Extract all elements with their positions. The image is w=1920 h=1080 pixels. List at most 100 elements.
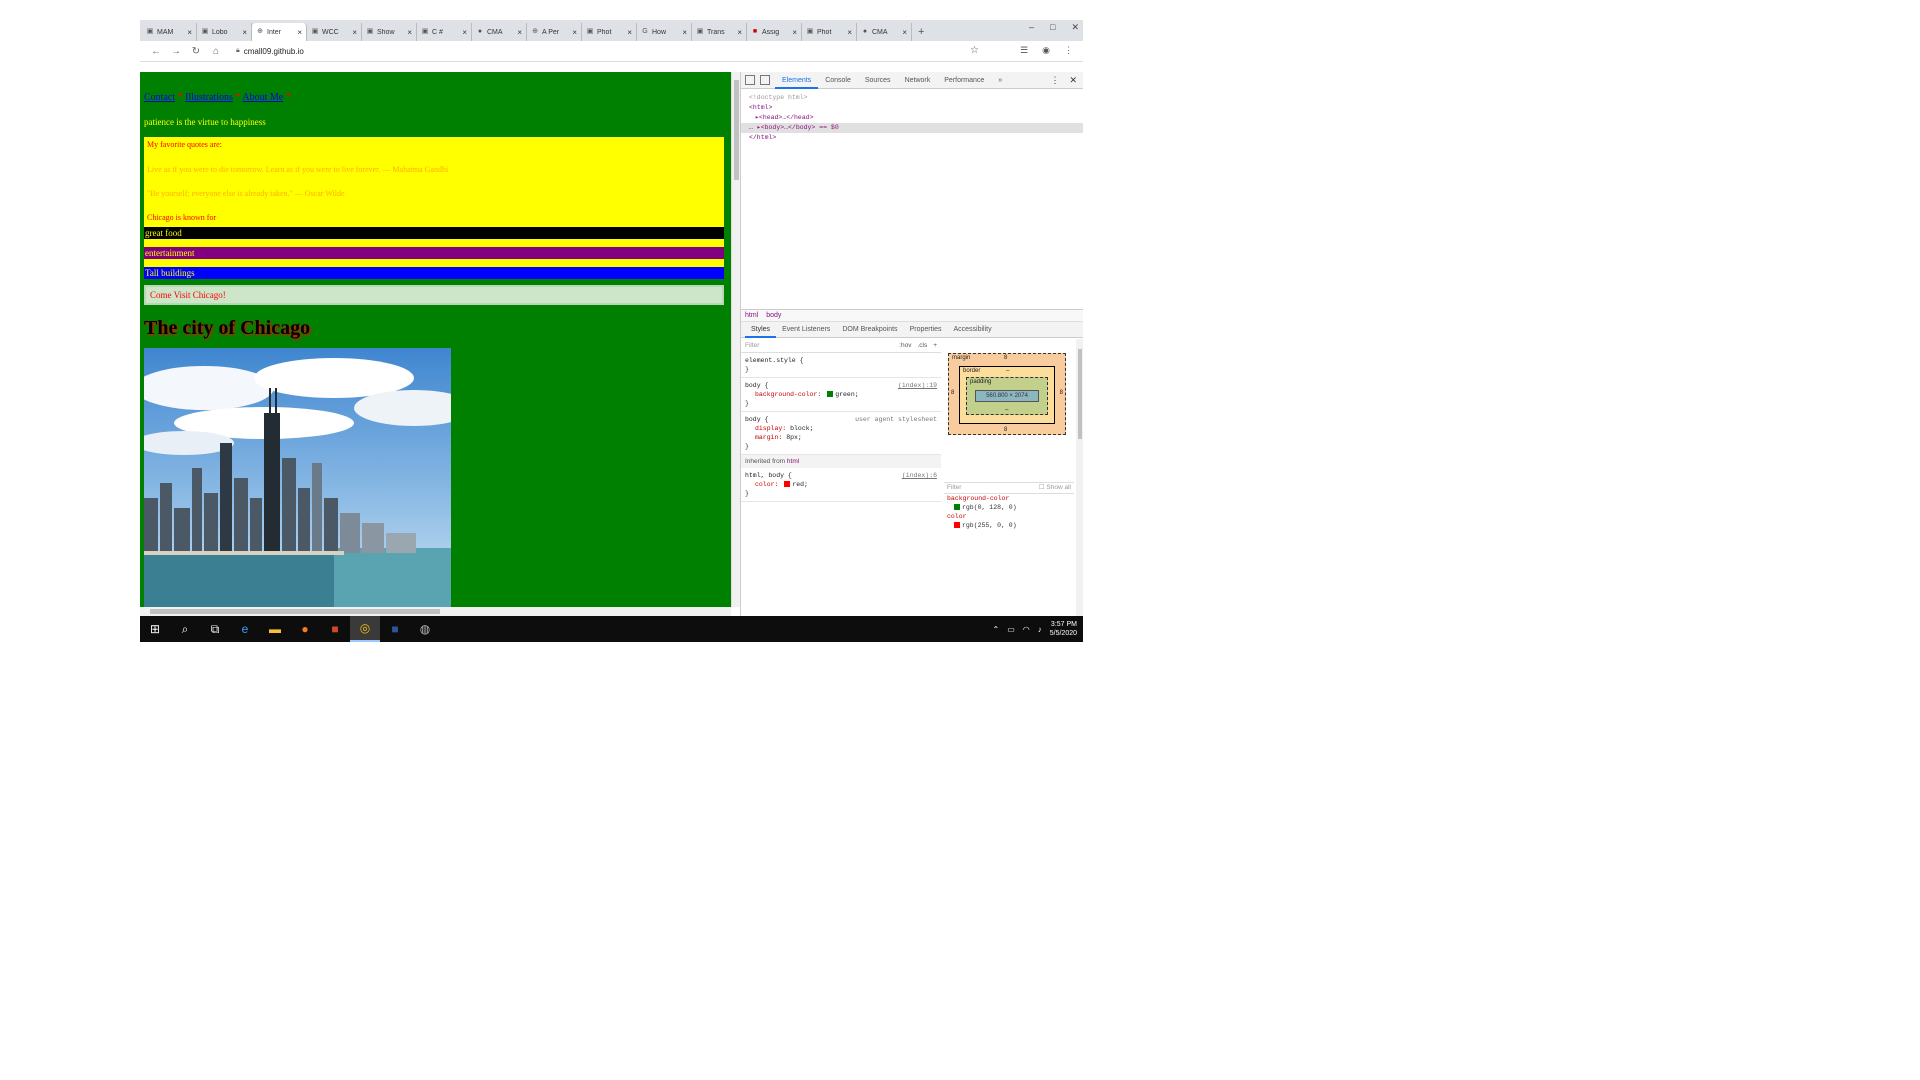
dom-body-selected[interactable]: … ▸<body>…</body> == $0: [741, 123, 1083, 133]
chrome-icon[interactable]: ◎: [350, 616, 380, 642]
menu-dots-icon[interactable]: ⋮: [1050, 75, 1059, 86]
battery-icon[interactable]: ▭: [1007, 625, 1015, 634]
browser-tab[interactable]: ▣ Lobo ×: [197, 23, 252, 41]
tab-dom-breakpoints[interactable]: DOM Breakpoints: [836, 322, 903, 338]
breadcrumb-body[interactable]: body: [766, 310, 781, 321]
reload-icon[interactable]: ↻: [186, 46, 206, 57]
firefox-icon[interactable]: ●: [290, 616, 320, 642]
close-tab-icon[interactable]: ×: [297, 28, 302, 37]
search-icon[interactable]: ⌕: [170, 616, 200, 642]
close-tab-icon[interactable]: ×: [737, 28, 742, 37]
browser-tab[interactable]: ▣ Trans ×: [692, 23, 747, 41]
close-devtools-icon[interactable]: ✕: [1069, 75, 1077, 86]
close-tab-icon[interactable]: ×: [847, 28, 852, 37]
close-tab-icon[interactable]: ×: [682, 28, 687, 37]
scrollbar-thumb[interactable]: [734, 80, 739, 180]
browser-tab[interactable]: ▣ C # ×: [417, 23, 472, 41]
window-controls: – □ ✕: [1029, 22, 1079, 33]
scrollbar-thumb[interactable]: [1078, 349, 1082, 439]
nav-link-illustrations[interactable]: Illustrations: [185, 92, 233, 103]
dom-doctype[interactable]: <!doctype html>: [749, 93, 1075, 103]
maximize-icon[interactable]: □: [1050, 22, 1055, 33]
tab-sources[interactable]: Sources: [858, 72, 898, 89]
home-icon[interactable]: ⌂: [206, 46, 226, 57]
app-icon[interactable]: ◍: [410, 616, 440, 642]
dom-html[interactable]: <html>: [749, 103, 1075, 113]
styles-filter-input[interactable]: Filter: [745, 341, 899, 350]
computed-prop[interactable]: color: [944, 512, 1074, 521]
tab-properties[interactable]: Properties: [904, 322, 948, 338]
browser-tab[interactable]: G How ×: [637, 23, 692, 41]
tab-network[interactable]: Network: [898, 72, 938, 89]
rule-source-link[interactable]: (index):6: [902, 471, 937, 480]
browser-tab[interactable]: ▣ Phot ×: [802, 23, 857, 41]
reading-list-icon[interactable]: ☰: [1020, 45, 1028, 56]
show-all-checkbox[interactable]: ☐ Show all: [1039, 483, 1071, 493]
browser-tab-active[interactable]: ⊕ Inter ×: [252, 23, 307, 41]
dom-head[interactable]: ▸<head>…</head>: [749, 113, 1075, 123]
browser-tab[interactable]: ● CMA ×: [472, 23, 527, 41]
tab-event-listeners[interactable]: Event Listeners: [776, 322, 836, 338]
page-vertical-scrollbar[interactable]: [731, 72, 740, 607]
file-explorer-icon[interactable]: ▬: [260, 616, 290, 642]
breadcrumb-html[interactable]: html: [745, 310, 758, 321]
close-window-icon[interactable]: ✕: [1071, 22, 1079, 33]
browser-tab[interactable]: ▣ Show ×: [362, 23, 417, 41]
new-tab-button[interactable]: +: [912, 23, 930, 41]
rule-source-link[interactable]: (index):19: [898, 381, 937, 390]
inspect-icon[interactable]: [745, 75, 755, 85]
windows-start-icon[interactable]: ⊞: [140, 616, 170, 642]
close-tab-icon[interactable]: ×: [517, 28, 522, 37]
menu-dots-icon[interactable]: ⋮: [1064, 45, 1073, 56]
close-tab-icon[interactable]: ×: [187, 28, 192, 37]
tab-console[interactable]: Console: [818, 72, 858, 89]
color-swatch[interactable]: [827, 391, 834, 398]
browser-tab[interactable]: ▣ MAM ×: [142, 23, 197, 41]
nav-link-about-me[interactable]: About Me: [242, 92, 283, 103]
task-view-icon[interactable]: ⧉: [200, 616, 230, 642]
browser-tab[interactable]: ● CMA ×: [857, 23, 912, 41]
back-icon[interactable]: ←: [146, 46, 166, 57]
scrollbar-thumb[interactable]: [150, 609, 440, 614]
page-horizontal-scrollbar[interactable]: [140, 607, 731, 616]
hov-toggle[interactable]: :hov: [899, 341, 911, 350]
computed-prop[interactable]: background-color: [944, 494, 1074, 503]
browser-tab[interactable]: ▣ WCC ×: [307, 23, 362, 41]
close-tab-icon[interactable]: ×: [352, 28, 357, 37]
tab-styles[interactable]: Styles: [745, 322, 777, 338]
tab-accessibility[interactable]: Accessibility: [947, 322, 997, 338]
avatar[interactable]: ◉: [1042, 45, 1050, 56]
clock[interactable]: 3:57 PM 5/5/2020: [1050, 620, 1077, 638]
close-tab-icon[interactable]: ×: [462, 28, 467, 37]
browser-tab[interactable]: ▣ Phot ×: [582, 23, 637, 41]
nav-link-contact[interactable]: Contact: [144, 92, 175, 103]
add-rule-button[interactable]: +: [933, 341, 937, 350]
close-tab-icon[interactable]: ×: [572, 28, 577, 37]
dom-html-close[interactable]: </html>: [749, 133, 1075, 143]
more-tabs-button[interactable]: »: [991, 72, 1009, 89]
close-tab-icon[interactable]: ×: [627, 28, 632, 37]
bookmark-star-icon[interactable]: ☆: [970, 45, 979, 56]
forward-icon[interactable]: →: [166, 46, 186, 57]
close-tab-icon[interactable]: ×: [792, 28, 797, 37]
browser-tab[interactable]: ■ Assig ×: [747, 23, 802, 41]
edge-icon[interactable]: e: [230, 616, 260, 642]
tab-performance[interactable]: Performance: [937, 72, 991, 89]
volume-icon[interactable]: ♪: [1038, 625, 1042, 634]
url-field[interactable]: 🔒︎ cmall09.github.io: [236, 47, 304, 56]
close-tab-icon[interactable]: ×: [902, 28, 907, 37]
minimize-icon[interactable]: –: [1029, 22, 1034, 33]
computed-filter-input[interactable]: Filter: [947, 483, 961, 493]
close-tab-icon[interactable]: ×: [407, 28, 412, 37]
network-icon[interactable]: ◠: [1023, 625, 1030, 634]
color-swatch[interactable]: [784, 481, 791, 488]
word-icon[interactable]: ■: [380, 616, 410, 642]
cls-toggle[interactable]: .cls: [917, 341, 927, 350]
devtools-scrollbar[interactable]: [1076, 339, 1083, 616]
close-tab-icon[interactable]: ×: [242, 28, 247, 37]
chevron-up-icon[interactable]: ⌃: [993, 625, 1000, 634]
device-toggle-icon[interactable]: [760, 75, 770, 85]
browser-tab[interactable]: ⊕ A Per ×: [527, 23, 582, 41]
powerpoint-icon[interactable]: ■: [320, 616, 350, 642]
tab-elements[interactable]: Elements: [775, 72, 819, 89]
